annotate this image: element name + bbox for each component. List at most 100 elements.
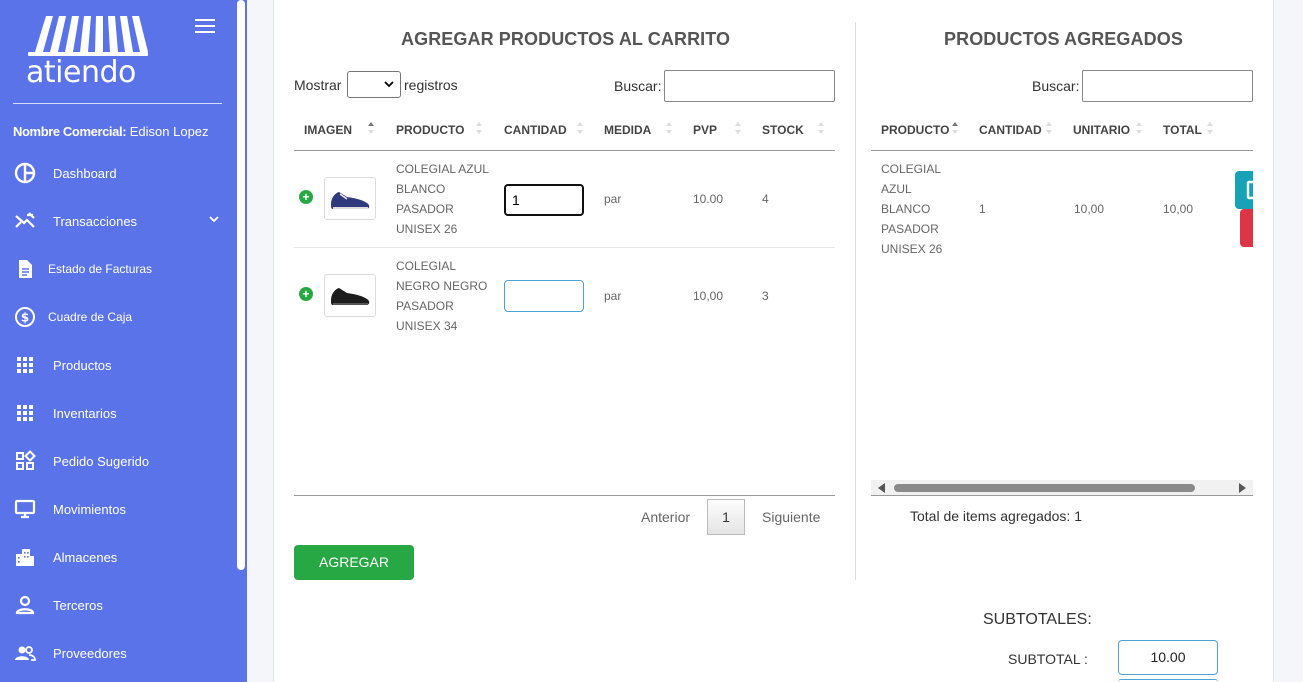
column-header-producto[interactable]: PRODUCTO — [881, 123, 949, 137]
product-name-line: COLEGIAL AZUL — [396, 162, 489, 176]
sidebar-item-transacciones[interactable]: Transacciones — [0, 201, 236, 241]
column-header-medida[interactable]: MEDIDA — [604, 123, 651, 137]
column-header-imagen[interactable]: IMAGEN — [304, 123, 352, 137]
menu-toggle-icon[interactable] — [195, 19, 215, 35]
sidebar-item-label: Estado de Facturas — [48, 262, 153, 276]
sort-asc-icon — [952, 122, 958, 134]
table-horizontal-scrollbar[interactable] — [871, 480, 1253, 495]
sidebar-item-label: Productos — [53, 357, 112, 373]
search-input[interactable] — [664, 70, 835, 102]
sidebar-item-label: Dashboard — [53, 165, 117, 181]
scroll-right-icon[interactable] — [1238, 483, 1246, 493]
sort-icon — [1046, 122, 1052, 134]
items-total-label: Total de items agregados: 1 — [910, 508, 1082, 524]
sidebar-item-label: Inventarios — [53, 405, 117, 421]
add-products-title: AGREGAR PRODUCTOS AL CARRITO — [401, 29, 731, 49]
scrollbar-thumb[interactable] — [894, 484, 1195, 492]
divider — [294, 247, 835, 248]
unit-price-cell: 10,00 — [1074, 202, 1105, 216]
sidebar-item-label: Movimientos — [53, 501, 126, 517]
sidebar-item-label: Cuadre de Caja — [48, 310, 133, 324]
search-input[interactable] — [1082, 70, 1253, 102]
quantity-input[interactable]: 1 — [504, 184, 584, 216]
column-header-stock[interactable]: STOCK — [762, 123, 804, 137]
sidebar-item-estado-facturas[interactable]: Estado de Facturas — [0, 249, 236, 289]
product-name-line: BLANCO — [396, 182, 446, 196]
people-icon — [14, 642, 36, 664]
add-button[interactable]: AGREGAR — [294, 545, 414, 580]
sidebar-item-label: Pedido Sugerido — [53, 453, 150, 469]
sort-icon — [1207, 122, 1213, 134]
subtotal-field[interactable]: 10.00 — [1118, 640, 1218, 675]
product-name-line: PASADOR — [396, 299, 454, 313]
column-header-pvp[interactable]: PVP — [693, 123, 717, 137]
dashboard-icon — [14, 162, 36, 184]
chevron-down-icon — [384, 81, 394, 88]
sidebar-item-proveedores[interactable]: Proveedores — [0, 633, 236, 673]
product-name-cell: COLEGIAL NEGRO NEGRO PASADOR UNISEX 34 — [396, 256, 487, 336]
sidebar-item-productos[interactable]: Productos — [0, 345, 236, 385]
unit-cell: par — [604, 289, 622, 303]
quantity-cell: 1 — [979, 202, 986, 216]
subtotal-label: SUBTOTAL : — [1008, 651, 1088, 667]
divider — [13, 103, 222, 104]
sidebar-item-label: Terceros — [53, 597, 103, 613]
sidebar-item-pedido-sugerido[interactable]: Pedido Sugerido — [0, 441, 236, 481]
divider — [855, 22, 856, 580]
unit-cell: par — [604, 192, 622, 206]
sidebar-item-label: Transacciones — [53, 213, 138, 229]
sidebar-item-inventarios[interactable]: Inventarios — [0, 393, 236, 433]
show-label: Mostrar — [294, 77, 342, 93]
scroll-left-icon[interactable] — [878, 483, 886, 493]
pvp-cell: 10.00 — [693, 192, 724, 206]
sort-icon — [476, 122, 482, 134]
sidebar-item-label: Almacenes — [53, 549, 118, 565]
divider — [294, 495, 835, 496]
building-icon — [14, 546, 36, 568]
add-product-icon[interactable]: + — [299, 190, 313, 204]
sidebar-item-almacenes[interactable]: Almacenes — [0, 537, 236, 577]
column-header-cantidad[interactable]: CANTIDAD — [504, 123, 567, 137]
transactions-icon — [14, 210, 36, 232]
sidebar-item-dashboard[interactable]: Dashboard — [0, 153, 236, 193]
shoe-icon — [331, 192, 370, 209]
grid-icon — [14, 354, 36, 376]
page-size-select[interactable] — [347, 71, 401, 98]
search-label: Buscar: — [1032, 78, 1080, 94]
monitor-icon — [14, 498, 36, 520]
pager-next[interactable]: Siguiente — [762, 509, 820, 525]
column-header-total[interactable]: TOTAL — [1163, 123, 1202, 137]
sidebar-item-terceros[interactable]: Terceros — [0, 585, 236, 625]
sort-icon — [818, 122, 824, 134]
stock-cell: 4 — [762, 192, 769, 206]
delete-button[interactable] — [1240, 209, 1253, 247]
column-header-cantidad[interactable]: CANTIDAD — [979, 123, 1042, 137]
sort-icon — [666, 122, 672, 134]
dollar-icon: $ — [14, 306, 36, 328]
column-header-unitario[interactable]: UNITARIO — [1073, 123, 1130, 137]
total-cell: 10,00 — [1163, 202, 1194, 216]
grid-icon — [14, 402, 36, 424]
quantity-input[interactable] — [504, 280, 584, 312]
sort-icon — [735, 122, 741, 134]
edit-button[interactable] — [1235, 171, 1253, 209]
pager-page-1[interactable]: 1 — [707, 499, 745, 535]
pager-previous[interactable]: Anterior — [641, 509, 690, 525]
product-name-line: UNISEX 26 — [396, 222, 458, 236]
sidebar-item-cuadre-caja[interactable]: $ Cuadre de Caja — [0, 297, 236, 337]
stock-cell: 3 — [762, 289, 769, 303]
business-name-label: Nombre Comercial: — [13, 124, 127, 139]
divider — [294, 150, 835, 151]
product-name-line: UNISEX 26 — [881, 242, 943, 256]
search-label: Buscar: — [614, 78, 662, 94]
product-name-line: PASADOR — [396, 202, 454, 216]
shoe-icon — [331, 288, 370, 305]
svg-text:$: $ — [21, 311, 29, 325]
column-header-producto[interactable]: PRODUCTO — [396, 123, 464, 137]
invoice-icon — [14, 258, 36, 280]
sidebar-item-movimientos[interactable]: Movimientos — [0, 489, 236, 529]
product-name-cell: COLEGIAL AZUL BLANCO PASADOR UNISEX 26 — [881, 159, 942, 259]
sidebar-scrollbar[interactable] — [237, 0, 245, 570]
add-product-icon[interactable]: + — [299, 287, 313, 301]
sidebar-item-label: Proveedores — [53, 645, 127, 661]
